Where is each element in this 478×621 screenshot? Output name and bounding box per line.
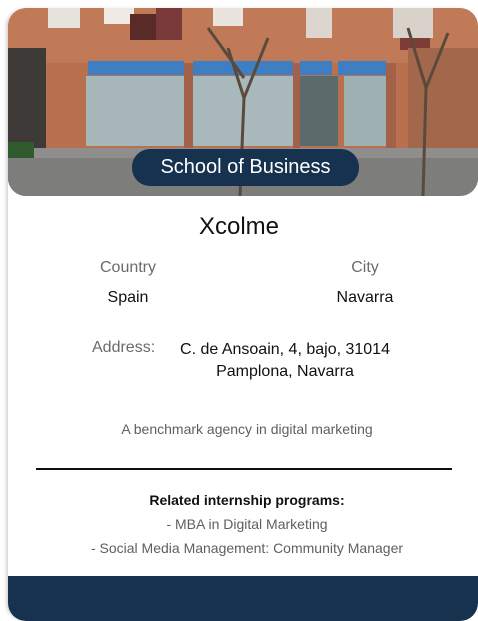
category-badge: School of Business <box>132 149 359 186</box>
card-footer-bar <box>8 576 478 621</box>
city-value: Navarra <box>336 289 394 306</box>
address-value: C. de Ansoain, 4, bajo, 31014 Pamplona, … <box>166 339 404 383</box>
company-card: School of Business Xcolme Country Spain … <box>8 8 478 621</box>
company-photo: School of Business <box>8 8 478 196</box>
program-item: - Social Media Management: Community Man… <box>90 540 404 556</box>
program-item: - MBA in Digital Marketing <box>166 516 328 532</box>
related-programs-title: Related internship programs: <box>149 492 345 508</box>
country-value: Spain <box>107 289 149 306</box>
company-name: Xcolme <box>198 213 280 240</box>
address-line-1: C. de Ansoain, 4, bajo, 31014 <box>180 341 390 358</box>
country-label: Country <box>99 259 157 276</box>
company-description: A benchmark agency in digital marketing <box>121 421 373 437</box>
address-line-2: Pamplona, Navarra <box>216 363 354 380</box>
divider <box>36 468 452 470</box>
address-label: Address: <box>92 339 156 356</box>
city-label: City <box>351 259 379 276</box>
